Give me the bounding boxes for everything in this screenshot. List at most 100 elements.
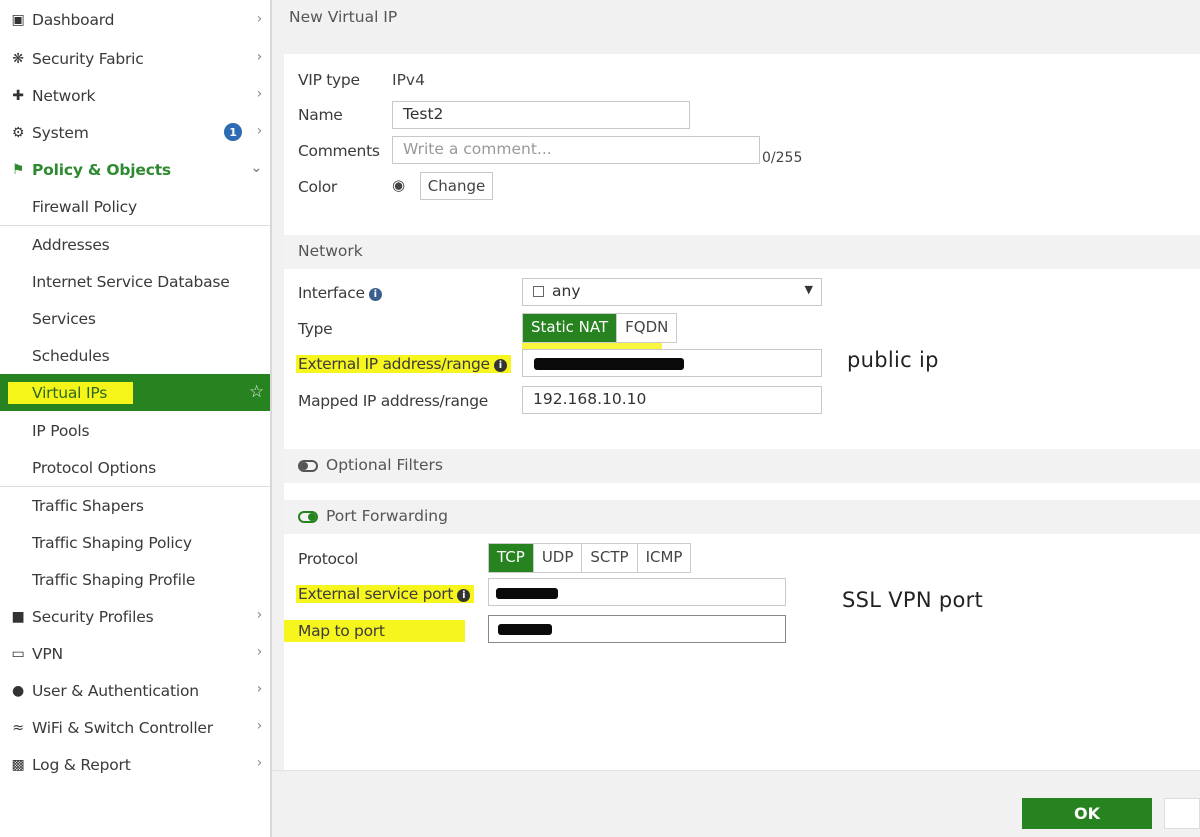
sidebar-item-label: Internet Service Database (32, 272, 230, 291)
sidebar-item-label: Policy & Objects (32, 160, 171, 179)
chart-icon: ▩ (11, 756, 25, 773)
sidebar-item-log-report[interactable]: ▩ Log & Report › (0, 746, 270, 783)
protocol-option-tcp[interactable]: TCP (489, 544, 534, 572)
sidebar-item-schedules[interactable]: Schedules (0, 337, 270, 374)
sidebar-item-label: Protocol Options (32, 458, 156, 477)
sidebar-item-traffic-shaping-policy[interactable]: Traffic Shaping Policy (0, 524, 270, 561)
sidebar-item-network[interactable]: ✚ Network › (0, 77, 270, 114)
sidebar-item-label: System (32, 123, 89, 142)
sidebar-item-user-authentication[interactable]: ● User & Authentication › (0, 672, 270, 709)
sidebar-item-label: Virtual IPs (8, 381, 134, 404)
sidebar-item-vpn[interactable]: ▭ VPN › (0, 635, 270, 672)
info-icon: i (368, 288, 382, 301)
network-icon: ✚ (12, 87, 24, 104)
sidebar-item-traffic-shapers[interactable]: Traffic Shapers (0, 487, 270, 524)
dashboard-icon: ▣ (11, 12, 25, 28)
sidebar-item-protocol-options[interactable]: Protocol Options (0, 449, 270, 486)
redaction-mark (498, 624, 552, 635)
comments-textarea[interactable]: Write a comment... (392, 136, 760, 164)
port-forwarding-section[interactable]: Port Forwarding (284, 500, 1200, 534)
sidebar-item-label: Security Profiles (32, 607, 154, 626)
optional-filters-toggle[interactable] (298, 460, 318, 472)
mapped-ip-input[interactable]: 192.168.10.10 (522, 386, 822, 414)
sidebar-item-label: VPN (32, 644, 63, 663)
protocol-label: Protocol (298, 550, 359, 568)
chevron-right-icon: › (256, 49, 263, 65)
star-icon[interactable]: ☆ (249, 382, 264, 402)
comments-counter: 0/255 (762, 150, 803, 166)
sidebar-item-firewall-policy[interactable]: Firewall Policy (0, 188, 270, 225)
sidebar-item-traffic-shaping-profile[interactable]: Traffic Shaping Profile (0, 561, 270, 598)
sidebar-item-label: Network (32, 86, 96, 105)
gear-icon: ⚙ (11, 124, 25, 141)
sidebar-item-dashboard[interactable]: ▣ Dashboard › (0, 2, 270, 38)
sidebar-item-label: WiFi & Switch Controller (32, 718, 213, 737)
sidebar-item-virtual-ips[interactable]: Virtual IPs ☆ (0, 374, 270, 411)
sidebar-item-label: Services (32, 309, 96, 328)
protocol-option-udp[interactable]: UDP (534, 544, 583, 572)
chevron-right-icon: › (256, 718, 263, 734)
chevron-right-icon: › (256, 11, 263, 27)
color-label: Color (298, 178, 337, 196)
external-service-port-label: External service port i (296, 585, 475, 603)
cancel-button[interactable] (1164, 798, 1200, 829)
page-header: New Virtual IP (272, 0, 1200, 38)
sidebar-item-security-fabric[interactable]: ❋ Security Fabric › (0, 40, 270, 77)
type-option-fqdn[interactable]: FQDN (617, 314, 676, 342)
info-icon: i (457, 589, 471, 602)
sidebar-item-internet-service-database[interactable]: Internet Service Database (0, 263, 270, 300)
chevron-right-icon: › (256, 123, 263, 139)
interface-select[interactable]: any ▼ (522, 278, 822, 306)
external-service-port-label-text: External service port (298, 585, 454, 603)
section-title: Optional Filters (326, 456, 443, 474)
sidebar-item-security-profiles[interactable]: ■ Security Profiles › (0, 598, 270, 635)
map-to-port-label: Map to port (284, 620, 465, 642)
sidebar-item-wifi-switch-controller[interactable]: ≈ WiFi & Switch Controller › (0, 709, 270, 746)
policy-icon: ⚑ (11, 161, 25, 178)
sidebar-item-label: Addresses (32, 235, 110, 254)
palette-icon: ◉ (392, 176, 406, 194)
chevron-down-icon: ⌄ (250, 160, 262, 176)
redaction-mark (534, 358, 684, 370)
ssl-vpn-port-annotation: SSL VPN port (842, 588, 984, 612)
redaction-mark (496, 588, 558, 599)
color-change-button[interactable]: Change (420, 172, 493, 200)
optional-filters-section[interactable]: Optional Filters (284, 449, 1200, 483)
external-ip-label-text: External IP address/range (298, 355, 490, 373)
form-footer: OK (272, 770, 1200, 837)
sidebar-item-label: Traffic Shaping Profile (32, 570, 196, 589)
protocol-option-icmp[interactable]: ICMP (638, 544, 691, 572)
protocol-segmented-control: TCP UDP SCTP ICMP (488, 543, 692, 573)
sidebar-item-label: Firewall Policy (32, 197, 137, 216)
port-forwarding-toggle[interactable] (298, 511, 318, 523)
comments-label: Comments (298, 142, 380, 160)
wifi-icon: ≈ (12, 719, 24, 736)
interface-value: any (552, 282, 581, 300)
name-label: Name (298, 106, 343, 124)
protocol-option-sctp[interactable]: SCTP (582, 544, 638, 572)
section-title: Port Forwarding (326, 507, 448, 525)
sidebar-item-policy-objects[interactable]: ⚑ Policy & Objects ⌄ (0, 151, 270, 188)
mapped-ip-label: Mapped IP address/range (298, 392, 488, 410)
sidebar-item-label: Schedules (32, 346, 110, 365)
sidebar-item-label: IP Pools (32, 421, 90, 440)
network-section-header: Network (284, 235, 1200, 269)
sidebar-item-addresses[interactable]: Addresses (0, 226, 270, 263)
sidebar-item-label: Dashboard (32, 11, 115, 29)
sidebar-item-ip-pools[interactable]: IP Pools (0, 412, 270, 449)
sidebar-item-system[interactable]: ⚙ System 1 › (0, 114, 270, 151)
external-ip-label: External IP address/range i (296, 355, 511, 373)
sidebar: ▣ Dashboard › ❋ Security Fabric › ✚ Netw… (0, 0, 272, 837)
type-option-static-nat[interactable]: Static NAT (523, 314, 618, 342)
notification-badge: 1 (224, 123, 242, 141)
monitor-icon: ▭ (11, 645, 25, 662)
info-icon: i (493, 359, 507, 372)
chevron-right-icon: › (256, 644, 263, 660)
sidebar-item-label: Security Fabric (32, 49, 144, 68)
name-input[interactable]: Test2 (392, 101, 690, 129)
page-title: New Virtual IP (289, 8, 398, 26)
user-icon: ● (11, 682, 25, 699)
sidebar-item-services[interactable]: Services (0, 300, 270, 337)
ok-button[interactable]: OK (1022, 798, 1152, 829)
caret-down-icon: ▼ (804, 283, 813, 296)
